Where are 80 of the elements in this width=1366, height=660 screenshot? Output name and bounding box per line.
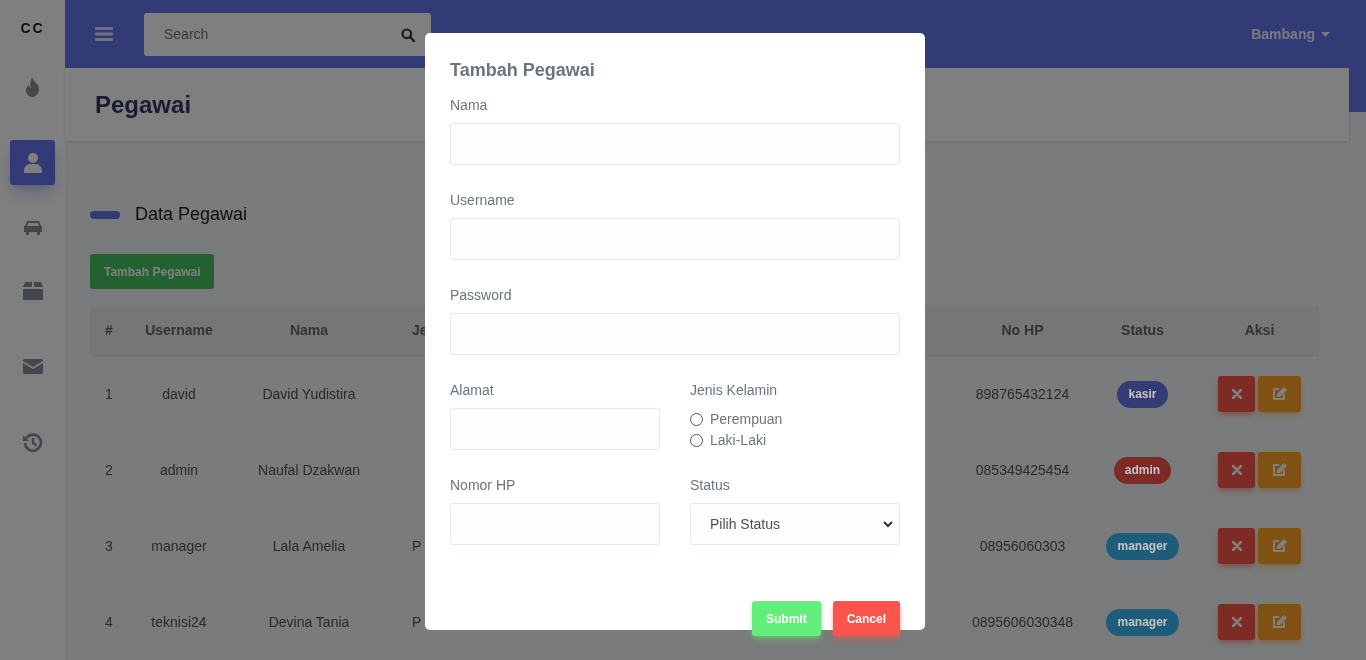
close-icon [1231, 389, 1242, 399]
table-cell-text: 085349425454 [974, 460, 1071, 480]
menu-icon [95, 26, 113, 42]
search-icon [401, 27, 415, 42]
table-cell: P [412, 537, 422, 554]
fire-icon [25, 76, 40, 97]
cancel-button[interactable]: Cancel [832, 601, 900, 636]
column-header: Nama [288, 321, 330, 340]
close-icon [1231, 541, 1242, 551]
input-field[interactable] [450, 123, 900, 165]
field-label: Jenis Kelamin [690, 381, 779, 400]
table-cell-text: 0895606030348 [970, 612, 1075, 632]
table-cell-text: Naufal Dzakwan [257, 460, 361, 480]
field-label: Alamat [450, 381, 495, 400]
delete-button[interactable] [1218, 452, 1255, 488]
status-badge: admin [1113, 456, 1172, 484]
edit-icon [1272, 539, 1287, 553]
history-icon [22, 432, 43, 453]
delete-button[interactable] [1218, 376, 1255, 412]
column-header: Username [144, 321, 214, 340]
table-cell-text: 4 [104, 612, 114, 632]
table-cell-text: manager [150, 536, 208, 556]
input-field[interactable] [450, 408, 660, 450]
input-field[interactable] [450, 218, 900, 260]
edit-button[interactable] [1258, 604, 1301, 640]
status-badge: kasir [1117, 380, 1168, 408]
field-label: Nomor HP [450, 476, 517, 495]
status-badge: manager [1106, 608, 1179, 636]
edit-button[interactable] [1258, 528, 1301, 564]
section-marker [90, 210, 120, 219]
column-header: No HP [1000, 321, 1045, 340]
box-icon [22, 281, 43, 300]
car-icon [22, 218, 43, 235]
edit-icon [1272, 387, 1287, 401]
edit-button[interactable] [1258, 452, 1301, 488]
input-field[interactable] [450, 313, 900, 355]
user-menu[interactable]: Bambang [1251, 23, 1330, 45]
field-label: Nama [450, 96, 489, 115]
menu-button[interactable] [93, 24, 115, 44]
radio-label[interactable]: Laki-Laki [710, 430, 767, 451]
caret-icon [1321, 31, 1330, 37]
column-header: # [104, 321, 114, 340]
edit-button[interactable] [1258, 376, 1301, 412]
table-cell-text: 1 [104, 384, 114, 404]
close-icon [1231, 617, 1242, 627]
edit-icon [1272, 615, 1287, 629]
table-cell: P [412, 613, 422, 630]
radio-label[interactable]: Perempuan [710, 409, 783, 430]
column-header: Aksi [1243, 321, 1276, 340]
field-label: Status [690, 476, 731, 495]
select-field[interactable]: Pilih Status [690, 503, 900, 545]
table-cell-text: David Yudistira [261, 384, 357, 404]
field-label: Password [450, 286, 513, 305]
add-employee-button[interactable]: Tambah Pegawai [90, 254, 215, 289]
table-cell-text: 08956060303 [978, 536, 1067, 556]
delete-button[interactable] [1218, 604, 1255, 640]
input-field[interactable] [450, 503, 660, 545]
section-title: Data Pegawai [135, 203, 248, 226]
modal-title: Tambah Pegawai [450, 59, 596, 81]
delete-button[interactable] [1218, 528, 1255, 564]
page-title: Pegawai [95, 89, 192, 120]
field-label: Username [450, 191, 516, 210]
app-logo: CC [20, 19, 45, 38]
envelope-icon [22, 359, 43, 374]
table-cell-text: david [161, 384, 197, 404]
column-header: Status [1120, 321, 1165, 340]
table-cell-text: admin [158, 460, 200, 480]
table-cell-text: 898765432124 [974, 384, 1071, 404]
status-badge: manager [1106, 532, 1179, 560]
edit-icon [1272, 463, 1287, 477]
table-cell-text: teknisi24 [150, 612, 208, 632]
table-cell-text: Lala Amelia [271, 536, 347, 556]
chevron-down-icon [883, 520, 893, 528]
table-cell-text: Devina Tania [267, 612, 351, 632]
close-icon [1231, 465, 1242, 475]
user-icon [23, 152, 42, 173]
sidebar-item[interactable] [10, 140, 55, 185]
table-cell-text: 2 [104, 460, 114, 480]
search-field[interactable]: Search [144, 12, 431, 56]
table-cell-text: 3 [104, 536, 114, 556]
